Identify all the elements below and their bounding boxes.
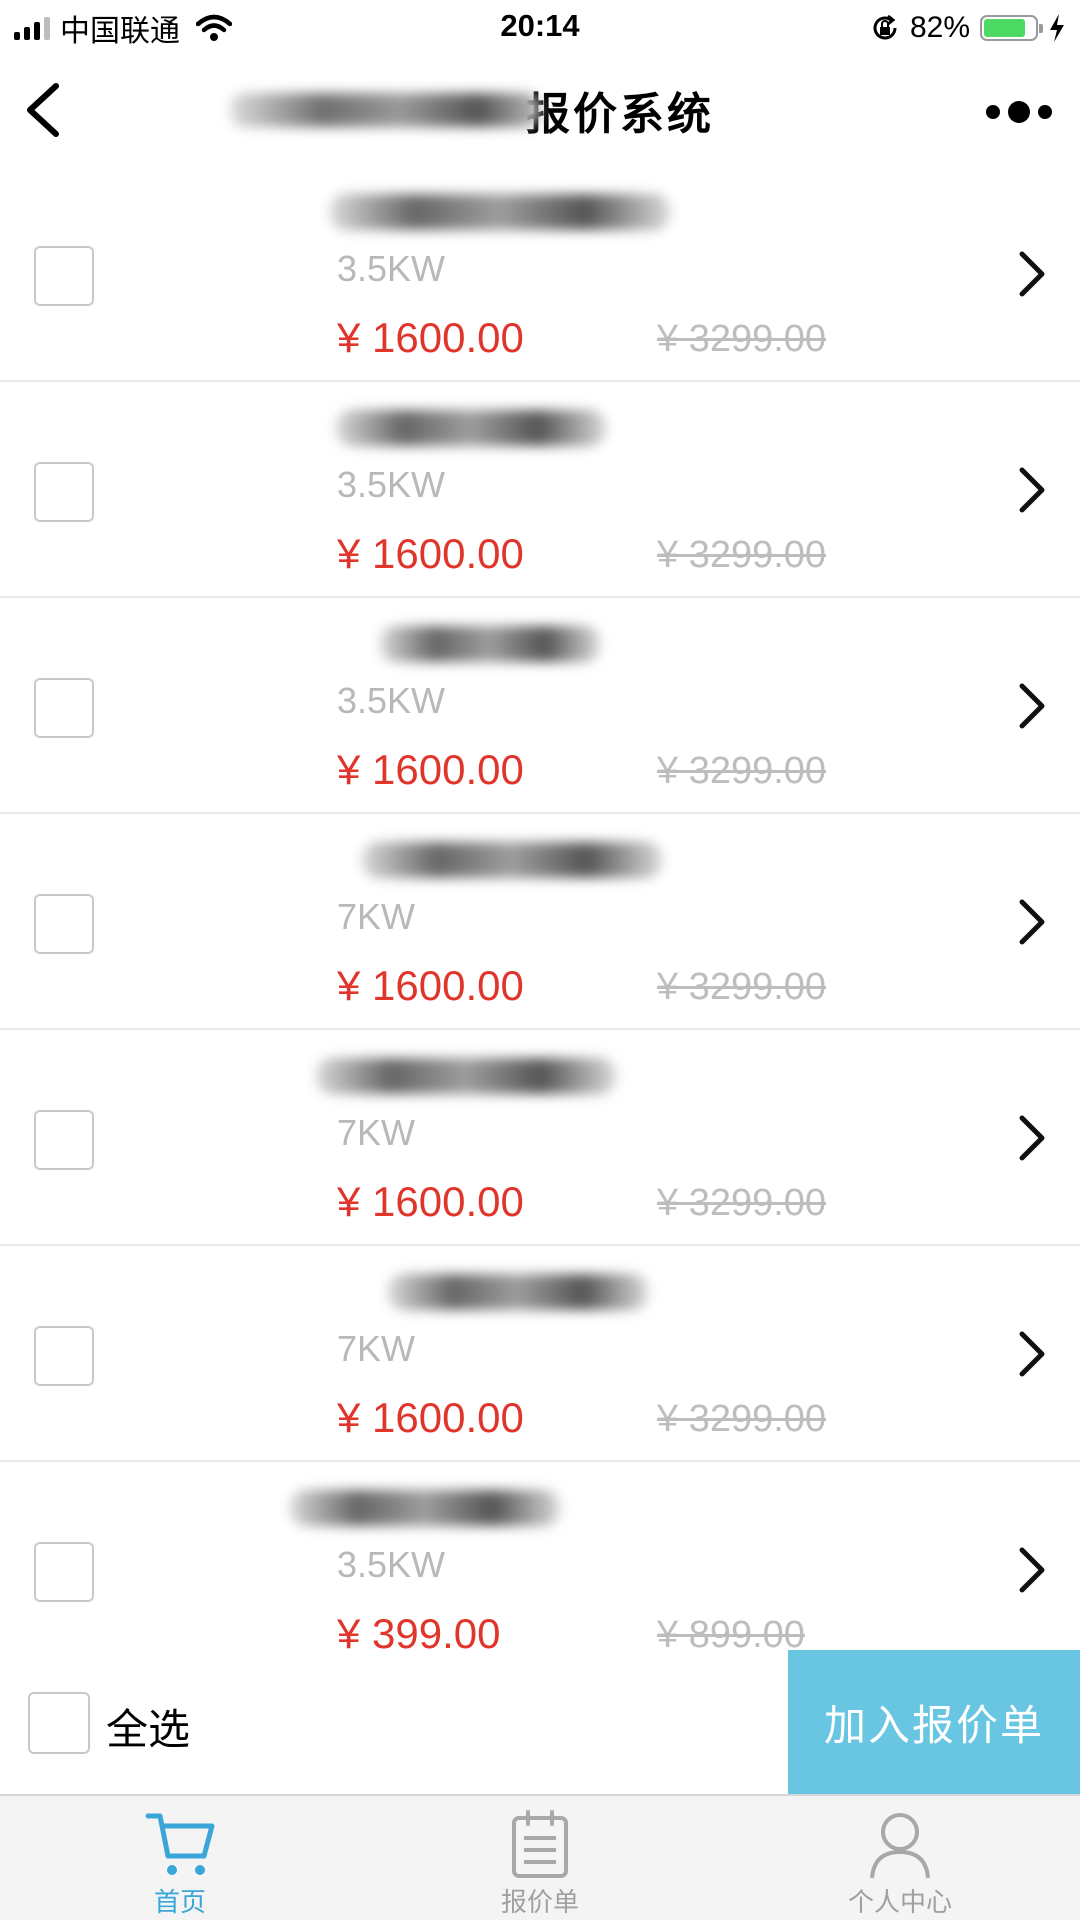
- bottom-action-bar: 全选 加入报价单: [0, 1650, 1080, 1794]
- product-original-price: ¥ 3299.00: [657, 1398, 827, 1440]
- battery-icon: [980, 15, 1043, 41]
- product-price: ¥ 1600.00: [337, 1178, 524, 1225]
- orientation-lock-icon: [873, 14, 897, 40]
- redacted-product-name: [316, 1058, 616, 1094]
- product-power: 3.5KW: [337, 248, 446, 289]
- product-original-price: ¥ 3299.00: [657, 534, 827, 576]
- product-original-price: ¥ 3299.00: [657, 1182, 827, 1224]
- product-original-price: ¥ 3299.00: [657, 966, 827, 1008]
- chevron-right-icon[interactable]: [1010, 464, 1052, 516]
- tab-label: 报价单: [500, 1887, 579, 1917]
- product-power: 3.5KW: [337, 680, 446, 721]
- product-price: ¥ 399.00: [337, 1610, 501, 1650]
- battery-fill: [984, 19, 1025, 37]
- chevron-right-icon[interactable]: [1010, 1112, 1052, 1164]
- clipboard-icon: [512, 1810, 568, 1878]
- product-original-price: ¥ 3299.00: [657, 318, 827, 360]
- product-power: 3.5KW: [337, 1544, 446, 1585]
- product-item[interactable]: 3.5KW ¥ 399.00 ¥ 899.00: [0, 1462, 1080, 1650]
- tab-label: 个人中心: [847, 1887, 952, 1917]
- product-price: ¥ 1600.00: [337, 1394, 524, 1441]
- tab-bar: 首页 报价单 个人中心: [0, 1794, 1080, 1920]
- product-power: 7KW: [337, 1328, 416, 1369]
- item-checkbox[interactable]: [34, 1110, 94, 1170]
- page-title: 报价系统: [230, 80, 850, 140]
- select-all-checkbox[interactable]: [28, 1692, 90, 1754]
- product-price: ¥ 1600.00: [337, 962, 524, 1009]
- select-all-label[interactable]: 全选: [106, 1696, 190, 1757]
- product-original-price: ¥ 3299.00: [657, 750, 827, 792]
- tab-profile[interactable]: 个人中心: [800, 1796, 1000, 1922]
- chevron-right-icon[interactable]: [1010, 1544, 1052, 1596]
- product-item[interactable]: 3.5KW ¥ 1600.00 ¥ 3299.00: [0, 598, 1080, 814]
- chevron-left-icon[interactable]: [20, 82, 70, 138]
- chevron-right-icon[interactable]: [1010, 680, 1052, 732]
- product-item[interactable]: 3.5KW ¥ 1600.00 ¥ 3299.00: [0, 382, 1080, 598]
- redacted-product-name: [336, 410, 606, 446]
- item-checkbox[interactable]: [34, 894, 94, 954]
- product-price: ¥ 1600.00: [337, 314, 524, 361]
- chevron-right-icon[interactable]: [1010, 1328, 1052, 1380]
- product-power: 7KW: [337, 896, 416, 937]
- item-checkbox[interactable]: [34, 246, 94, 306]
- product-item[interactable]: 7KW ¥ 1600.00 ¥ 3299.00: [0, 1246, 1080, 1462]
- cart-icon: [145, 1813, 215, 1875]
- nav-bar: 报价系统: [0, 58, 1080, 160]
- person-icon: [870, 1813, 930, 1879]
- page-title-text: 报价系统: [526, 90, 714, 139]
- tab-quote-list[interactable]: 报价单: [440, 1796, 640, 1922]
- redacted-product-name: [388, 1274, 648, 1310]
- chevron-right-icon[interactable]: [1010, 896, 1052, 948]
- add-to-quote-button[interactable]: 加入报价单: [788, 1650, 1080, 1794]
- product-item[interactable]: 7KW ¥ 1600.00 ¥ 3299.00: [0, 814, 1080, 1030]
- item-checkbox[interactable]: [34, 1542, 94, 1602]
- product-list: 3.5KW ¥ 1600.00 ¥ 3299.00 3.5KW ¥ 1600.0…: [0, 166, 1080, 1650]
- product-item[interactable]: 7KW ¥ 1600.00 ¥ 3299.00: [0, 1030, 1080, 1246]
- redacted-product-name: [330, 194, 670, 230]
- item-checkbox[interactable]: [34, 462, 94, 522]
- battery-percent: 82%: [909, 11, 970, 44]
- product-power: 3.5KW: [337, 464, 446, 505]
- item-checkbox[interactable]: [34, 678, 94, 738]
- redacted-title-part: [230, 93, 540, 127]
- charging-bolt-icon: [1050, 14, 1064, 42]
- product-price: ¥ 1600.00: [337, 746, 524, 793]
- product-item[interactable]: 3.5KW ¥ 1600.00 ¥ 3299.00: [0, 166, 1080, 382]
- tab-label: 首页: [153, 1887, 206, 1917]
- redacted-product-name: [380, 626, 600, 662]
- product-original-price: ¥ 899.00: [657, 1614, 805, 1650]
- item-checkbox[interactable]: [34, 1326, 94, 1386]
- redacted-product-name: [290, 1490, 560, 1526]
- tab-home[interactable]: 首页: [80, 1796, 280, 1922]
- product-price: ¥ 1600.00: [337, 530, 524, 577]
- status-bar: 中国联通 20:14 82%: [0, 0, 1080, 54]
- status-right: 82%: [870, 8, 1066, 48]
- product-power: 7KW: [337, 1112, 416, 1153]
- chevron-right-icon[interactable]: [1010, 248, 1052, 300]
- redacted-product-name: [362, 842, 662, 878]
- more-dots-icon[interactable]: [986, 94, 1052, 130]
